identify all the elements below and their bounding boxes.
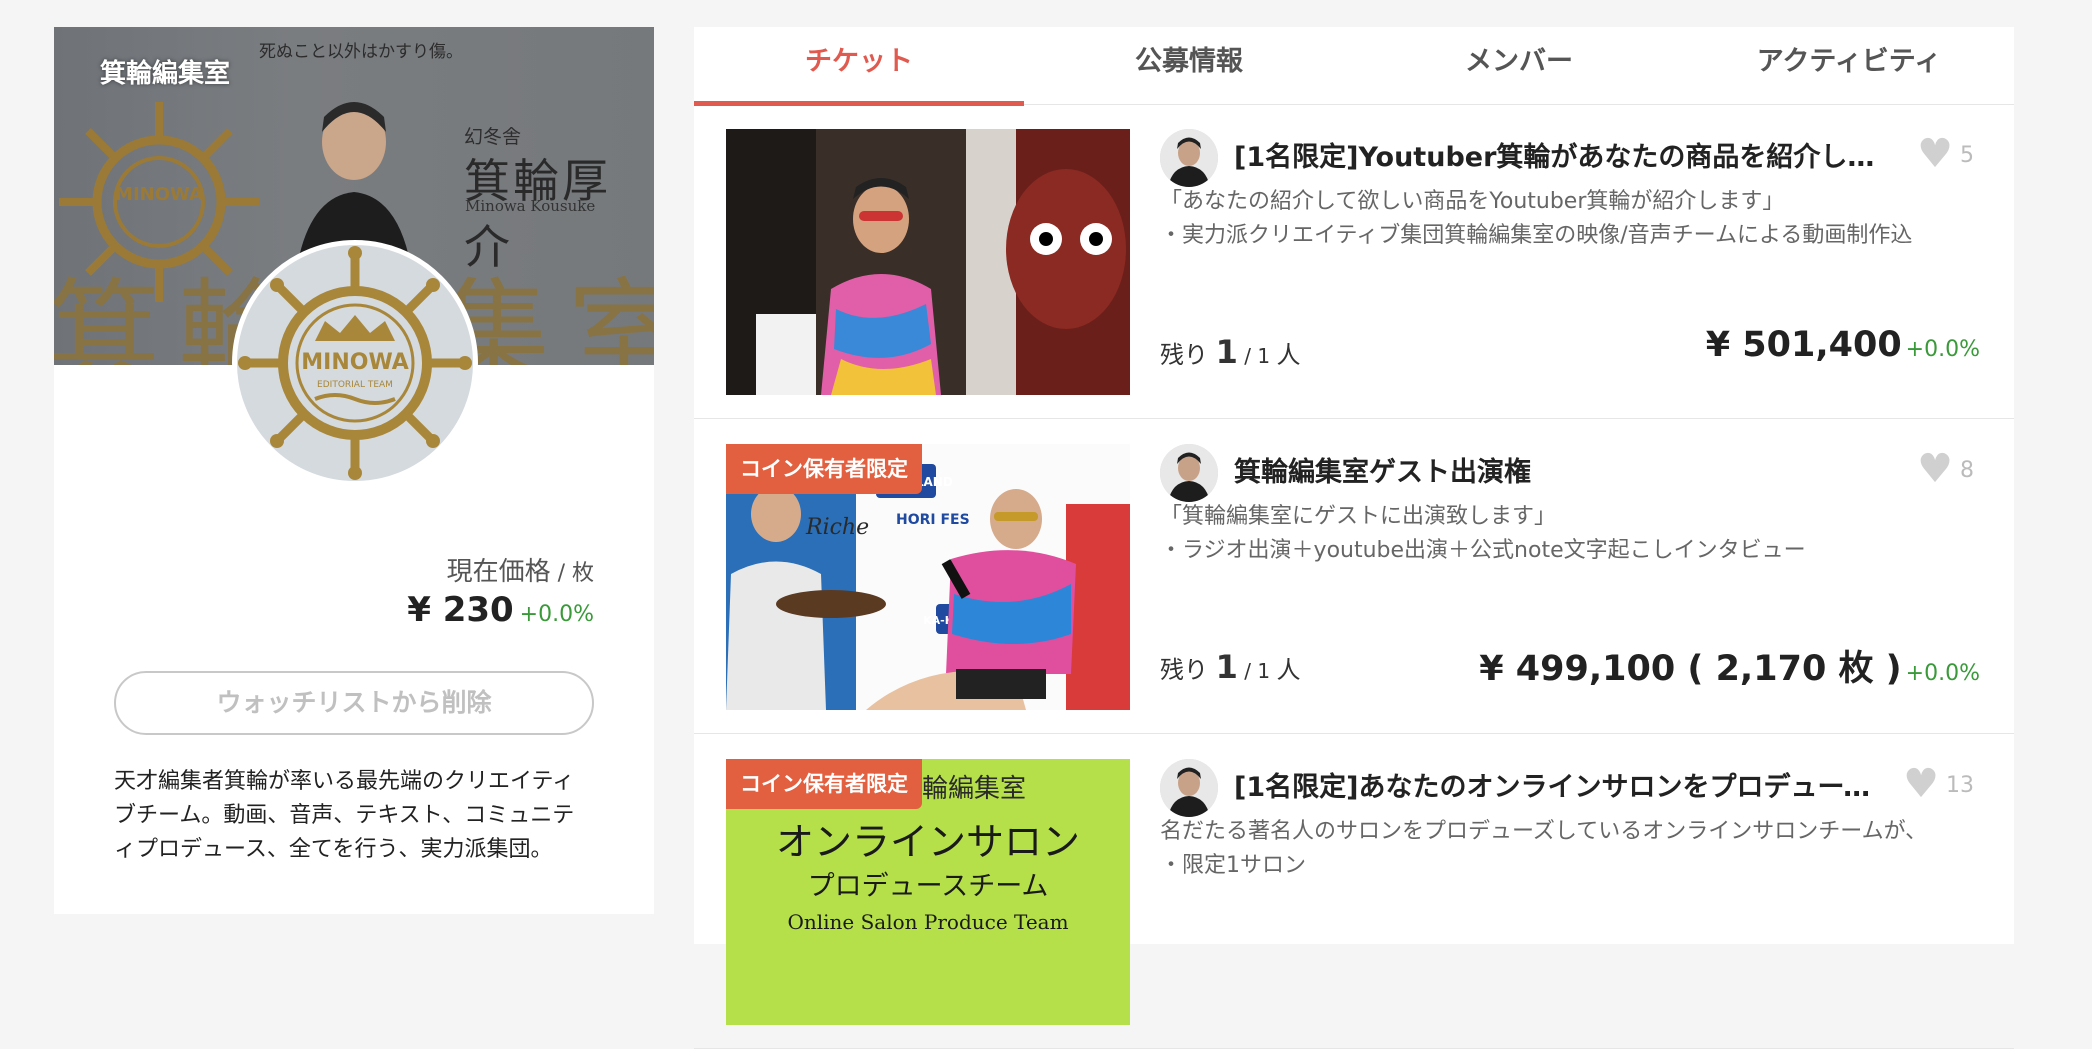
ticket-price-change: +0.0%	[1905, 337, 1980, 362]
current-price: ¥ 230 +0.0%	[407, 590, 594, 630]
price-label-text: 現在価格	[446, 557, 551, 587]
cover-author-romaji: Minowa Kousuke	[465, 197, 596, 215]
remain-prefix: 残り	[1160, 341, 1216, 369]
ticket-title[interactable]: [1名限定]あなたのオンラインサロンをプロデュースします	[1234, 765, 1894, 804]
group-avatar: MINOWA EDITORIAL TEAM	[232, 240, 478, 486]
ticket-price-value: ¥ 499,100 ( 2,170 枚 )	[1479, 649, 1902, 689]
remain-number: 1	[1215, 333, 1238, 371]
seller-avatar[interactable]	[1160, 444, 1218, 502]
remain-suffix: 人	[1276, 656, 1301, 684]
like-button[interactable]: ♥ 8	[1917, 446, 1974, 492]
tab-recruitment[interactable]: 公募情報	[1024, 27, 1354, 105]
price-value: ¥ 230	[407, 590, 514, 630]
like-button[interactable]: ♥ 5	[1917, 131, 1974, 177]
ticket-desc-line: 「箕輪編集室にゲストに出演致します」	[1160, 504, 1557, 529]
remain-prefix: 残り	[1160, 656, 1216, 684]
group-description: 天才編集者箕輪が率いる最先端のクリエイティブチーム。動画、音声、テキスト、コミュ…	[114, 769, 575, 862]
price-change: +0.0%	[519, 602, 594, 627]
ticket-desc-line: ・ラジオ出演＋youtube出演＋公式note文字起こしインタビュー	[1160, 538, 1806, 563]
seller-avatar[interactable]	[1160, 129, 1218, 187]
seller-avatar[interactable]	[1160, 759, 1218, 817]
ticket-item[interactable]: 箕輪編集室 オンラインサロン プロデュースチーム Online Salon Pr…	[694, 735, 2014, 1049]
like-count: 8	[1960, 458, 1974, 483]
price-unit: / 枚	[550, 561, 594, 586]
logo-subtext: EDITORIAL TEAM	[317, 380, 393, 390]
group-profile-card: MINOWA 死ぬこと以外はかすり傷。 幻冬舎 箕輪厚介 Minowa Kous…	[54, 27, 654, 914]
ticket-price: ¥ 501,400 +0.0%	[1706, 325, 1980, 365]
thumb-sign-text: HORI FES	[896, 512, 970, 528]
remaining-count: 残り 1 / 1 人	[1160, 648, 1300, 686]
cover-logo-text: MINOWA	[115, 184, 203, 205]
thumb-text: Online Salon Produce Team	[787, 910, 1068, 934]
ticket-thumbnail[interactable]	[726, 129, 1130, 395]
cover-tagline: 死ぬこと以外はかすり傷。	[259, 42, 463, 62]
ticket-price-value: ¥ 501,400	[1705, 325, 1902, 365]
minowa-logo-icon: MINOWA EDITORIAL TEAM	[238, 246, 472, 480]
ticket-title[interactable]: 箕輪編集室ゲスト出演権	[1234, 450, 1894, 489]
ticket-price: ¥ 499,100 ( 2,170 枚 ) +0.0%	[1479, 640, 1980, 691]
remain-suffix: 人	[1276, 341, 1301, 369]
ticket-title[interactable]: [1名限定]Youtuber箕輪があなたの商品を紹介します	[1234, 135, 1894, 174]
ticket-price-change: +0.0%	[1905, 661, 1980, 686]
heart-icon: ♥	[1917, 446, 1953, 492]
ticket-item[interactable]: [1名限定]Youtuber箕輪があなたの商品を紹介します ♥ 5 「あなたの紹…	[694, 105, 2014, 419]
ticket-thumbnail[interactable]: KA-KUN LAND KA-KUN LAND HORI FES Riche コ…	[726, 444, 1130, 710]
like-count: 13	[1946, 773, 1974, 798]
thumb-sign-text: Riche	[805, 515, 869, 540]
ticket-desc-line: 「あなたの紹介して欲しい商品をYoutuber箕輪が紹介します」	[1160, 189, 1785, 214]
remaining-count: 残り 1 / 1 人	[1160, 333, 1300, 371]
coin-holder-badge: コイン保有者限定	[726, 759, 922, 809]
seller-photo	[1160, 759, 1218, 817]
ticket-desc-line: 名だたる著名人のサロンをプロデューズしているオンラインサロンチームが、	[1160, 819, 1928, 844]
ticket-description: 「あなたの紹介して欲しい商品をYoutuber箕輪が紹介します」 ・実力派クリエ…	[1160, 185, 1990, 253]
ticket-desc-line: ・限定1サロン	[1160, 853, 1306, 878]
heart-icon: ♥	[1917, 131, 1953, 177]
thumb-text: プロデュースチーム	[808, 871, 1049, 902]
logo-text: MINOWA	[301, 350, 409, 375]
seller-photo	[1160, 129, 1218, 187]
coin-holder-badge: コイン保有者限定	[726, 444, 922, 494]
heart-icon: ♥	[1903, 761, 1939, 807]
ticket-thumbnail[interactable]: 箕輪編集室 オンラインサロン プロデュースチーム Online Salon Pr…	[726, 759, 1130, 1025]
tab-bar: チケット 公募情報 メンバー アクティビティ	[694, 27, 2014, 106]
ticket-description: 「箕輪編集室にゲストに出演致します」 ・ラジオ出演＋youtube出演＋公式no…	[1160, 500, 1990, 568]
ticket-desc-line: ・実力派クリエイティブ集団箕輪編集室の映像/音声チームによる動画制作込	[1160, 223, 1913, 248]
current-price-label: 現在価格 / 枚	[447, 551, 594, 588]
ticket-item[interactable]: KA-KUN LAND KA-KUN LAND HORI FES Riche コ…	[694, 420, 2014, 734]
ticket-description: 名だたる著名人のサロンをプロデューズしているオンラインサロンチームが、 ・限定1…	[1160, 815, 1990, 883]
tab-activity[interactable]: アクティビティ	[1684, 27, 2014, 105]
remain-number: 1	[1215, 648, 1238, 686]
tab-members[interactable]: メンバー	[1354, 27, 1684, 105]
like-button[interactable]: ♥ 13	[1903, 761, 1974, 807]
seller-photo	[1160, 444, 1218, 502]
remain-total: / 1	[1237, 659, 1277, 683]
ticket-photo	[726, 129, 1130, 395]
remove-from-watchlist-button[interactable]: ウォッチリストから削除	[114, 671, 594, 735]
content-panel: チケット 公募情報 メンバー アクティビティ [1名限定]Youtuber箕輪が…	[694, 27, 2014, 1049]
group-name: 箕輪編集室	[100, 59, 231, 89]
tab-tickets[interactable]: チケット	[694, 27, 1024, 106]
thumb-text: オンラインサロン	[776, 820, 1080, 864]
like-count: 5	[1960, 143, 1974, 168]
remain-total: / 1	[1237, 344, 1277, 368]
